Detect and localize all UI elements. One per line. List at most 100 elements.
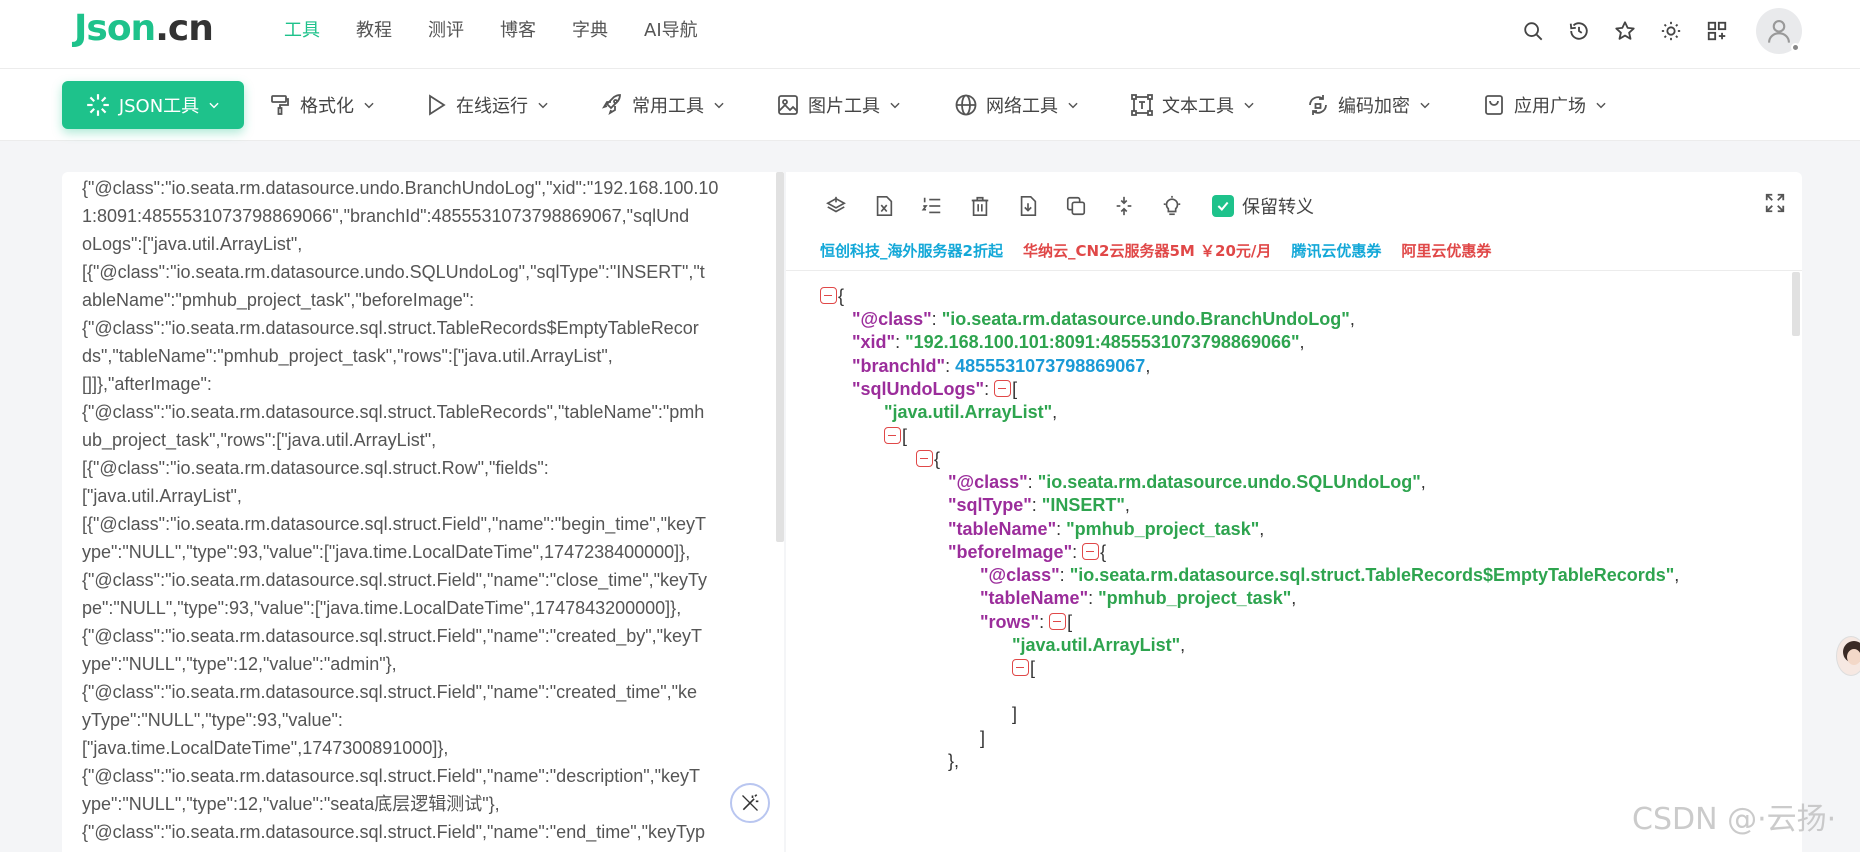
- star-icon[interactable]: [1610, 16, 1640, 46]
- search-icon[interactable]: [1518, 16, 1548, 46]
- json-tree-viewer: 保留转义 恒创科技_海外服务器2折起 华纳云_CN2云服务器5M ￥20元/月 …: [786, 172, 1802, 852]
- ad-link[interactable]: 阿里云优惠券: [1401, 240, 1491, 261]
- tree-line: "tableName": "pmhub_project_task",: [980, 588, 1297, 608]
- chevron-down-icon: [209, 102, 219, 109]
- menu-label: 文本工具: [1162, 96, 1234, 117]
- tree-line: "@class": "io.seata.rm.datasource.sql.st…: [980, 565, 1680, 585]
- nav-dictionary[interactable]: 字典: [572, 16, 608, 42]
- magic-wand-button[interactable]: [730, 783, 770, 823]
- input-line: {"@class":"io.seata.rm.datasource.sql.st…: [82, 318, 699, 338]
- tree-line: [: [884, 424, 907, 448]
- input-line: []]},"afterImage":: [82, 374, 212, 394]
- chevron-down-icon: [890, 102, 900, 109]
- collapse-toggle[interactable]: [820, 287, 837, 304]
- tree-line: "sqlType": "INSERT",: [948, 495, 1130, 515]
- menu-format[interactable]: 格式化: [268, 81, 376, 129]
- tool-category-bar: JSON工具 格式化 在线运行 常用工具 图片工具 网络工具 文本工具 编码加密: [0, 69, 1860, 141]
- cycle-lock-icon: [1309, 95, 1327, 115]
- nav-reviews[interactable]: 测评: [428, 16, 464, 42]
- menu-text-tools[interactable]: 文本工具: [1130, 81, 1256, 129]
- input-line: {"@class":"io.seata.rm.datasource.sql.st…: [82, 402, 705, 422]
- keep-escape-label: 保留转义: [1242, 197, 1314, 218]
- globe-icon: [955, 94, 977, 116]
- trash-icon[interactable]: [964, 190, 996, 222]
- json-input-editor[interactable]: {"@class":"io.seata.rm.datasource.undo.B…: [62, 172, 784, 852]
- input-line: yType":"NULL","type":93,"value":: [82, 710, 343, 730]
- site-logo[interactable]: Json.cn: [74, 8, 214, 49]
- ad-link[interactable]: 腾讯云优惠券: [1291, 240, 1381, 261]
- nav-blog[interactable]: 博客: [500, 16, 536, 42]
- menu-image-tools[interactable]: 图片工具: [776, 81, 902, 129]
- keep-escape-checkbox[interactable]: 保留转义: [1212, 193, 1314, 219]
- menu-json-tools[interactable]: JSON工具: [62, 81, 244, 129]
- ordered-list-icon[interactable]: [916, 190, 948, 222]
- magic-wand-icon: [742, 794, 759, 811]
- collapse-toggle[interactable]: [994, 380, 1012, 397]
- chevron-down-icon: [1420, 102, 1430, 109]
- fullscreen-icon[interactable]: [1764, 192, 1786, 218]
- play-icon: [429, 94, 446, 116]
- nav-tools[interactable]: 工具: [284, 16, 320, 42]
- input-line: ype":"NULL","type":12,"value":"admin"},: [82, 654, 397, 674]
- bulb-icon[interactable]: [1156, 190, 1188, 222]
- menu-label: 图片工具: [808, 96, 880, 117]
- menu-app-square[interactable]: 应用广场: [1482, 81, 1608, 129]
- user-avatar-icon[interactable]: [1756, 8, 1802, 54]
- history-icon[interactable]: [1564, 16, 1594, 46]
- menu-common-tools[interactable]: 常用工具: [600, 81, 726, 129]
- input-line: ype":"NULL","type":12,"value":"seata底层逻辑…: [82, 794, 500, 814]
- tree-line: ]: [980, 728, 986, 748]
- ad-link[interactable]: 华纳云_CN2云服务器5M ￥20元/月: [1023, 240, 1271, 261]
- shopping-bag-icon: [1485, 95, 1503, 115]
- input-scrollbar[interactable]: [776, 172, 784, 542]
- apps-grid-icon[interactable]: [1702, 16, 1732, 46]
- input-line: {"@class":"io.seata.rm.datasource.sql.st…: [82, 626, 703, 646]
- ad-link[interactable]: 恒创科技_海外服务器2折起: [820, 240, 1003, 261]
- menu-encode-encrypt[interactable]: 编码加密: [1306, 81, 1432, 129]
- tree-line: "rows": [: [980, 612, 1073, 632]
- copy-icon[interactable]: [1060, 190, 1092, 222]
- menu-label: 格式化: [300, 96, 354, 117]
- input-line: ableName":"pmhub_project_task","beforeIm…: [82, 290, 475, 310]
- tree-line: "java.util.ArrayList",: [884, 402, 1058, 422]
- menu-label: 在线运行: [456, 96, 528, 117]
- collapse-toggle[interactable]: [1082, 543, 1100, 560]
- nav-ai-guide[interactable]: AI导航: [644, 16, 698, 42]
- menu-label: 编码加密: [1338, 96, 1410, 117]
- sparkle-icon: [86, 94, 109, 116]
- input-line: {"@class":"io.seata.rm.datasource.sql.st…: [82, 822, 706, 842]
- collapse-toggle[interactable]: [884, 427, 901, 444]
- collapse-toggle[interactable]: [1012, 659, 1029, 676]
- chevron-down-icon: [364, 102, 374, 109]
- input-line: [{"@class":"io.seata.rm.datasource.sql.s…: [82, 514, 707, 534]
- menu-label: 网络工具: [986, 96, 1058, 117]
- menu-network-tools[interactable]: 网络工具: [954, 81, 1080, 129]
- json-input-text[interactable]: {"@class":"io.seata.rm.datasource.undo.B…: [82, 174, 762, 846]
- layers-icon[interactable]: [820, 190, 852, 222]
- tree-line: "@class": "io.seata.rm.datasource.undo.B…: [852, 309, 1355, 329]
- collapse-toggle[interactable]: [916, 450, 933, 467]
- watermark: CSDN @·云扬·: [1632, 802, 1837, 837]
- input-line: [{"@class":"io.seata.rm.datasource.sql.s…: [82, 458, 549, 478]
- assistant-avatar[interactable]: [1836, 636, 1860, 676]
- tree-line: "beforeImage": {: [948, 542, 1107, 562]
- input-line: {"@class":"io.seata.rm.datasource.sql.st…: [82, 682, 698, 702]
- theme-sun-icon[interactable]: [1656, 16, 1686, 46]
- tree-line: "xid": "192.168.100.101:8091:48555310737…: [852, 332, 1305, 352]
- nav-tutorials[interactable]: 教程: [356, 16, 392, 42]
- text-frame-icon: [1131, 94, 1153, 116]
- excel-icon[interactable]: [868, 190, 900, 222]
- top-icons: [1518, 8, 1802, 54]
- download-icon[interactable]: [1012, 190, 1044, 222]
- input-line: {"@class":"io.seata.rm.datasource.sql.st…: [82, 570, 708, 590]
- chevron-down-icon: [714, 102, 724, 109]
- collapse-toggle[interactable]: [1049, 613, 1067, 630]
- compress-icon[interactable]: [1108, 190, 1140, 222]
- chevron-down-icon: [1596, 102, 1606, 109]
- menu-run-online[interactable]: 在线运行: [424, 81, 550, 129]
- input-line: ["java.time.LocalDateTime",1747300891000…: [82, 738, 449, 758]
- paint-roller-icon: [271, 95, 289, 115]
- input-line: {"@class":"io.seata.rm.datasource.sql.st…: [82, 766, 701, 786]
- input-line: oLogs":["java.util.ArrayList",: [82, 234, 303, 254]
- viewer-scrollbar[interactable]: [1792, 272, 1800, 336]
